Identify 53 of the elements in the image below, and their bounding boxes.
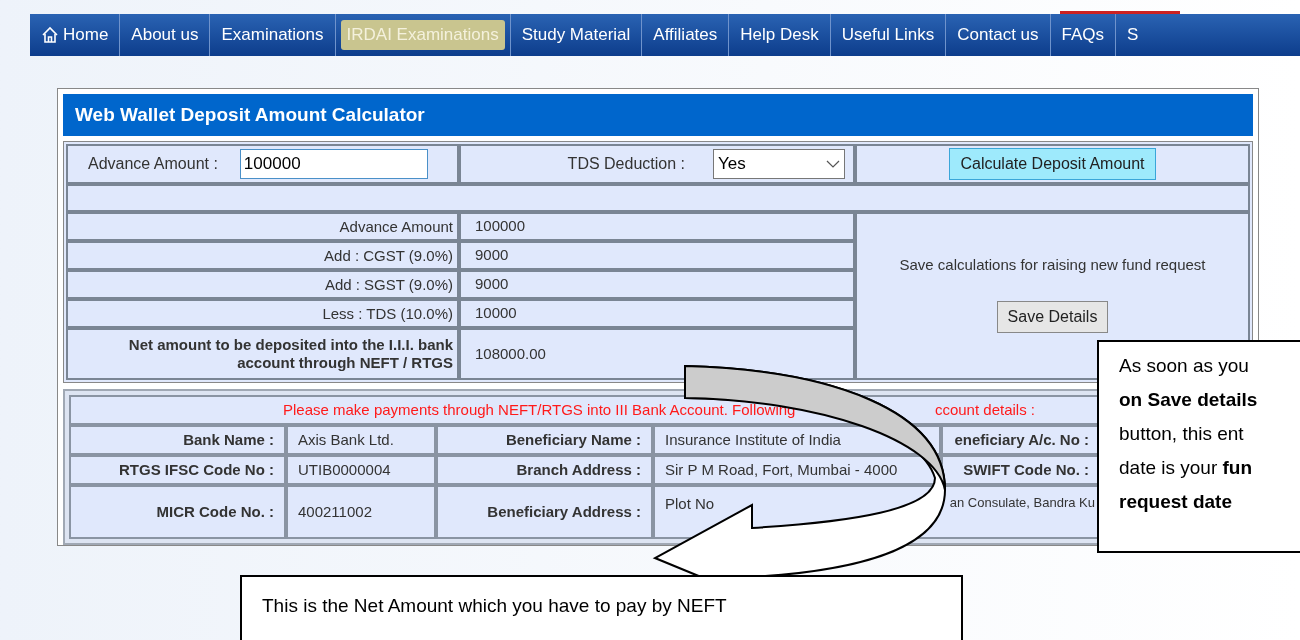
breakdown-label: Net amount to be deposited into the I.I.I. bank account through NEFT / RTGS	[66, 328, 459, 380]
table-cell-text: Axis Bank Ltd.	[298, 429, 394, 450]
nav-link[interactable]: FAQs	[1055, 20, 1111, 50]
field-label: TDS Deduction :	[567, 154, 685, 174]
table-cell-text: UTIB0000004	[298, 459, 391, 480]
field-label: Advance Amount :	[88, 154, 218, 174]
table-cell-text: Beneficiary Address :	[487, 501, 641, 522]
table-cell-text: Branch Address :	[516, 459, 641, 480]
table-cell-text: Beneficiary Name :	[505, 429, 641, 450]
breakdown-label: Add : SGST (9.0%)	[66, 270, 459, 299]
save-details-button[interactable]: Save Details	[996, 300, 1109, 333]
chevron-down-icon	[826, 159, 840, 169]
table-cell-text: Insurance Institute of India	[665, 429, 841, 450]
table-cell-text: Bank Name :	[183, 429, 274, 450]
table-cell-text: 400211002	[298, 501, 372, 522]
home-icon	[41, 26, 59, 44]
callout-text: button, this ent	[1119, 422, 1245, 446]
breakdown-label: Add : CGST (9.0%)	[66, 241, 459, 270]
calculate-button[interactable]: Calculate Deposit Amount	[949, 148, 1156, 180]
nav-link[interactable]: S	[1121, 20, 1145, 50]
table-cell-text: Plot No	[665, 494, 715, 514]
nav-link[interactable]: Contact us	[951, 20, 1045, 50]
breakdown-value: 9000	[459, 241, 855, 270]
callout-text: request date	[1119, 490, 1233, 514]
table-cell-text: eneficiary A/c. No :	[954, 429, 1089, 450]
panel-title: Web Wallet Deposit Amount Calculator	[63, 94, 1253, 136]
breakdown-value: 10000	[459, 299, 855, 328]
nav-link[interactable]: About us	[125, 20, 205, 50]
nav-link[interactable]: Help Desk	[734, 20, 825, 50]
nav-link[interactable]: Useful Links	[835, 20, 941, 50]
nav-link[interactable]: Study Material	[515, 20, 637, 50]
payment-notice: ccount details :	[934, 399, 1035, 420]
tds-select[interactable]: Yes	[713, 149, 845, 179]
breakdown-label: Less : TDS (10.0%)	[66, 299, 459, 328]
callout-text: As soon as you	[1119, 354, 1250, 378]
breakdown-value: 100000	[459, 212, 855, 241]
nav-link[interactable]: Affiliates	[647, 20, 724, 50]
breakdown-label: Advance Amount	[66, 212, 459, 241]
nav-link[interactable]: Home	[35, 20, 115, 50]
callout-text: on Save details	[1119, 388, 1259, 412]
callout-text: date is your fun	[1119, 456, 1254, 480]
save-note: Save calculations for raising new fund request	[899, 255, 1206, 275]
table-cell-text: Sir P M Road, Fort, Mumbai - 4000	[665, 459, 898, 480]
table-cell-text: RTGS IFSC Code No :	[119, 459, 274, 480]
table-cell-text: MICR Code No. :	[156, 501, 274, 522]
table-cell-text: SWIFT Code No. :	[963, 459, 1089, 480]
callout-text: This is the Net Amount which you have to pay by NEFT	[262, 595, 727, 616]
advance-amount-input[interactable]: 100000	[239, 149, 428, 179]
payment-notice: Please make payments through NEFT/RTGS into III Bank Account. Following	[283, 399, 796, 420]
table-cell-text: an Consulate, Bandra Ku	[949, 494, 1095, 512]
nav-link[interactable]: Examinations	[215, 20, 330, 50]
breakdown-value: 108000.00	[459, 328, 855, 380]
breakdown-value: 9000	[459, 270, 855, 299]
